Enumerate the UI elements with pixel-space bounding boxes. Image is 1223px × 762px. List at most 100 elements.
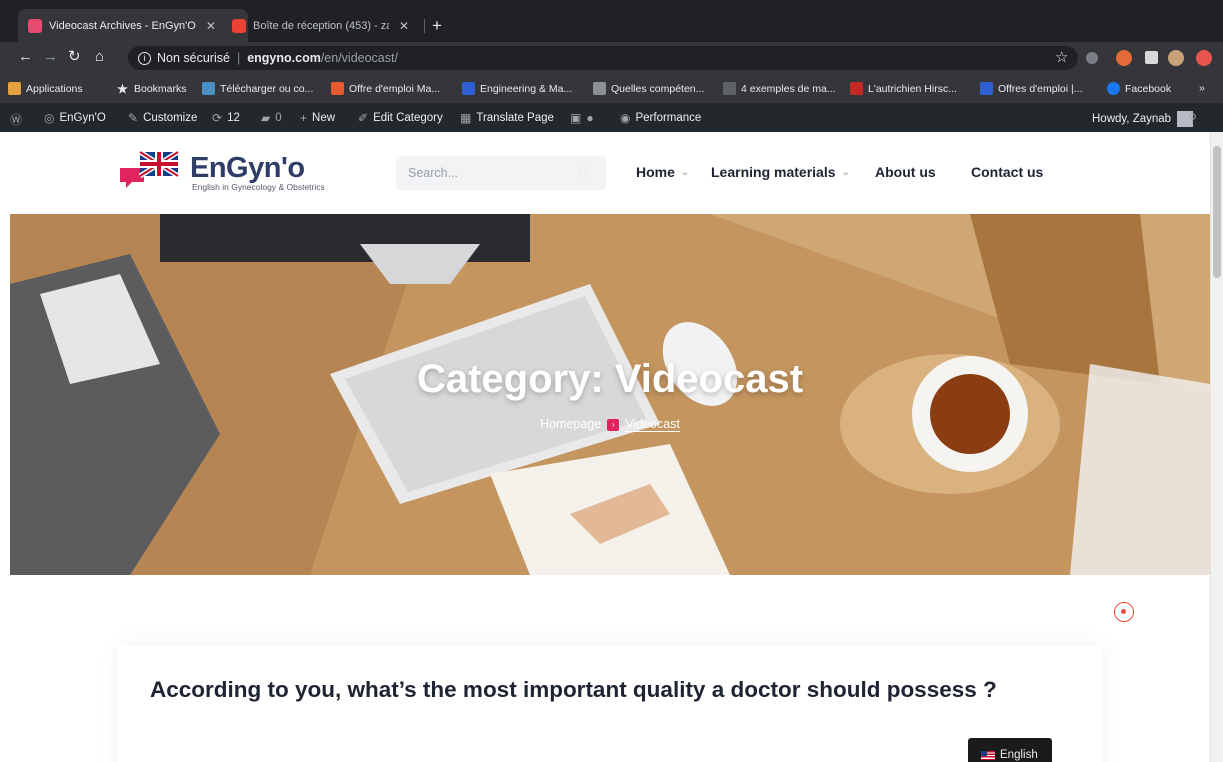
wp-admin-bar: Ⓦ ◎ EnGyn'O ✎ Customize ⟳ 12 ▰ 0 + New ✐ Edit … xyxy=(0,104,1223,132)
bookmark-label: L'autrichien Hirsc... xyxy=(868,82,957,95)
bookmark-star-icon[interactable]: ☆ xyxy=(1055,48,1068,66)
breadcrumb: Homepage › Videocast xyxy=(10,417,1210,432)
bookmark-item[interactable]: Engineering & Ma... xyxy=(462,82,572,95)
puzzle-extensions-icon[interactable] xyxy=(1145,51,1158,64)
admin-translate-page[interactable]: ▦ Translate Page xyxy=(460,111,554,125)
updates-count: 12 xyxy=(227,112,240,124)
browser-toolbar: ← → ↻ ⌂ i Non sécurisé | engyno.com/en/v… xyxy=(0,42,1223,74)
facebook-icon xyxy=(1107,82,1120,95)
brush-icon: ✎ xyxy=(128,111,139,125)
breadcrumb-home-link[interactable]: Homepage xyxy=(540,417,601,431)
nav-item-about-us[interactable]: About us xyxy=(875,164,936,180)
star-icon: ★ xyxy=(117,81,128,96)
home-icon[interactable]: ⌂ xyxy=(95,49,104,64)
admin-comments[interactable]: ▰ 0 xyxy=(261,111,282,125)
close-tab-icon[interactable]: ✕ xyxy=(206,19,216,33)
admin-new-label: New xyxy=(312,112,336,124)
admin-account[interactable]: Howdy, Zaynab xyxy=(1092,111,1194,127)
hero-banner: Category: Videocast Homepage › Videocast xyxy=(10,214,1210,575)
bookmark-item[interactable]: Quelles compéten... xyxy=(593,82,704,95)
nav-item-home[interactable]: Home ⌄ xyxy=(636,164,689,180)
bookmark-favicon-icon xyxy=(850,82,863,95)
logo-wordmark: EnGyn'o xyxy=(190,152,305,184)
tab-divider xyxy=(424,19,425,33)
nav-item-learning-materials[interactable]: Learning materials ⌄ xyxy=(711,164,850,180)
bookmark-item[interactable]: Offre d'emploi Ma... xyxy=(331,82,440,95)
address-divider: | xyxy=(236,51,241,65)
bookmark-bookmarks[interactable]: ★ Bookmarks xyxy=(116,81,187,96)
language-switcher-button[interactable]: English xyxy=(968,738,1052,762)
nav-label: Home xyxy=(636,164,675,180)
seo-status-dot-icon: ● xyxy=(586,111,594,125)
admin-greeting: Howdy, Zaynab xyxy=(1092,113,1172,125)
bookmark-apps[interactable]: Applications xyxy=(8,82,83,95)
post-card: According to you, what’s the most import… xyxy=(118,645,1102,762)
admin-edit-category-label: Edit Category xyxy=(373,112,443,124)
browser-tab-active[interactable]: Videocast Archives - EnGyn'O ✕ xyxy=(18,9,248,42)
plus-icon: + xyxy=(300,111,308,125)
reload-icon[interactable]: ↻ xyxy=(68,49,81,64)
browser-tab-gmail[interactable]: Boîte de réception (453) - zay ✕ xyxy=(222,9,422,42)
browser-tab-strip: Videocast Archives - EnGyn'O ✕ Boîte de … xyxy=(0,0,1223,42)
apps-grid-icon xyxy=(8,82,21,95)
bookmark-favicon-icon xyxy=(202,82,215,95)
more-bookmarks-chevron-icon[interactable]: » xyxy=(1199,82,1205,94)
admin-performance[interactable]: ◉ Performance xyxy=(620,111,701,125)
forward-arrow-icon[interactable]: → xyxy=(43,49,58,64)
bookmark-favicon-icon xyxy=(331,82,344,95)
admin-updates[interactable]: ⟳ 12 xyxy=(212,111,240,125)
tab-title: Videocast Archives - EnGyn'O xyxy=(49,19,196,32)
site-search-input[interactable]: Search... xyxy=(396,156,606,190)
address-path: /en/videocast/ xyxy=(320,51,398,65)
info-icon[interactable]: i xyxy=(138,51,151,65)
site-logo[interactable]: EnGyn'o English in Gynecology & Obstetri… xyxy=(118,150,358,196)
nav-label: Contact us xyxy=(971,164,1044,180)
admin-search-icon[interactable]: ⚲ xyxy=(1188,111,1202,125)
gmail-icon xyxy=(232,18,246,33)
extension-icon[interactable] xyxy=(1196,50,1212,66)
bookmark-favicon-icon xyxy=(462,82,475,95)
admin-new[interactable]: + New xyxy=(300,111,335,125)
bookmark-label: Bookmarks xyxy=(134,82,187,95)
profile-avatar-icon[interactable] xyxy=(1168,50,1184,66)
wordpress-logo-icon[interactable]: Ⓦ xyxy=(10,111,27,128)
bookmark-label: Applications xyxy=(26,82,83,95)
address-bar[interactable]: i Non sécurisé | engyno.com/en/videocast… xyxy=(128,46,1078,70)
bookmark-item[interactable]: Télécharger ou co... xyxy=(202,82,313,95)
extension-icon[interactable] xyxy=(1086,52,1098,64)
nav-label: Learning materials xyxy=(711,164,836,180)
breadcrumb-current[interactable]: Videocast xyxy=(625,417,680,432)
bookmark-item[interactable]: L'autrichien Hirsc... xyxy=(850,82,957,95)
address-host: engyno.com xyxy=(247,51,321,65)
admin-edit-category[interactable]: ✐ Edit Category xyxy=(358,111,443,125)
bookmark-favicon-icon xyxy=(593,82,606,95)
updates-icon: ⟳ xyxy=(212,111,223,125)
nav-item-contact-us[interactable]: Contact us xyxy=(971,164,1043,180)
close-tab-icon[interactable]: ✕ xyxy=(399,19,409,33)
bookmark-item[interactable]: Offres d'emploi |... xyxy=(980,82,1083,95)
scrollbar-thumb[interactable] xyxy=(1213,146,1221,278)
back-arrow-icon[interactable]: ← xyxy=(18,49,33,64)
bookmark-item[interactable]: Facebook xyxy=(1107,82,1171,95)
bookmark-label: Offres d'emploi |... xyxy=(998,82,1083,95)
page-title: Category: Videocast xyxy=(416,357,804,401)
extension-icon[interactable] xyxy=(1116,50,1132,66)
logo-tagline: English in Gynecology & Obstetrics xyxy=(192,182,325,192)
scroll-indicator-icon[interactable] xyxy=(1114,602,1134,622)
admin-translate-label: Translate Page xyxy=(476,112,554,124)
post-title[interactable]: According to you, what’s the most import… xyxy=(150,673,1030,706)
search-icon[interactable] xyxy=(578,167,588,177)
site-page: EnGyn'o English in Gynecology & Obstetri… xyxy=(0,132,1210,762)
bookmark-label: Télécharger ou co... xyxy=(220,82,314,95)
admin-seo[interactable]: ▣ ● xyxy=(570,111,599,125)
admin-site-name[interactable]: ◎ EnGyn'O xyxy=(44,111,106,125)
bookmark-item[interactable]: 4 exemples de ma... xyxy=(723,82,836,95)
bookmark-favicon-icon xyxy=(723,82,736,95)
admin-customize[interactable]: ✎ Customize xyxy=(128,111,197,125)
bookmark-label: Quelles compéten... xyxy=(611,82,705,95)
admin-site-label: EnGyn'O xyxy=(59,112,106,124)
new-tab-icon[interactable]: + xyxy=(432,17,442,34)
page-scrollbar[interactable] xyxy=(1210,132,1223,762)
bookmark-label: Engineering & Ma... xyxy=(480,82,573,95)
bookmark-label: Facebook xyxy=(1125,82,1172,95)
